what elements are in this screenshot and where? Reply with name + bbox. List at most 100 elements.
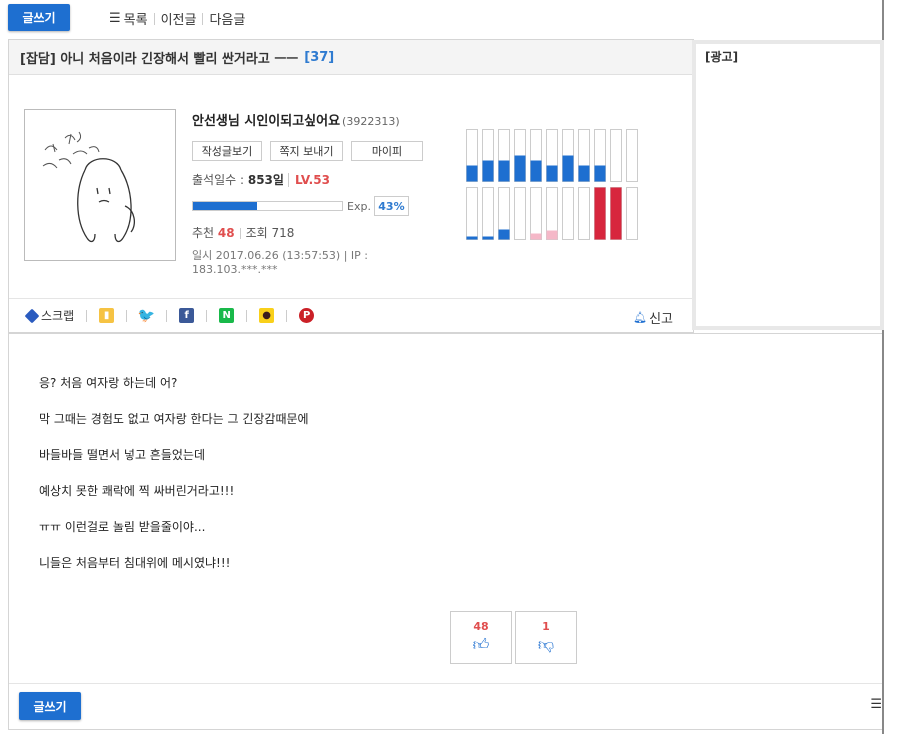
upvote-button[interactable]: 48 👍︎ (450, 611, 512, 664)
pinterest-icon[interactable]: P (299, 308, 315, 323)
twitter-icon[interactable]: 🐦 (138, 308, 155, 324)
view-posts-button[interactable]: 작성글보기 (192, 141, 262, 161)
divider (126, 309, 128, 322)
attend-days: 853일 (247, 173, 284, 187)
nav-list-link[interactable]: 목록 (124, 9, 148, 28)
graph-cell (610, 129, 622, 182)
scrap-button[interactable]: 스크랩 (24, 307, 75, 324)
graph-bar (546, 165, 558, 182)
level-badge: LV.53 (287, 173, 330, 187)
divider (202, 12, 204, 25)
list-icon: ☰ (109, 11, 121, 26)
graph-cell (530, 187, 542, 240)
graph-bar (466, 165, 478, 182)
top-toolbar: 글쓰기 ☰ 목록 이전글 다음글 (0, 0, 882, 36)
thumbs-up-icon: 👍︎ (472, 635, 490, 654)
report-label: 신고 (649, 312, 673, 327)
avatar (24, 109, 176, 261)
send-message-button[interactable]: 쪽지 보내기 (270, 141, 343, 161)
post-nav: ☰ 목록 이전글 다음글 (109, 9, 245, 28)
graph-bar (498, 229, 510, 240)
share-bar: 스크랩 ▮ 🐦 f N ● P 🔔︎ 신고 (9, 298, 693, 332)
divider (286, 309, 288, 322)
downvote-button[interactable]: 1 👎︎ (515, 611, 577, 664)
view-count: 조회 718 (245, 226, 295, 240)
divider (239, 228, 241, 239)
graph-bar (578, 165, 590, 182)
scrap-icon (24, 308, 40, 323)
nav-next-link[interactable]: 다음글 (209, 9, 245, 28)
graph-bar (546, 230, 558, 240)
user-id: (3922313) (342, 115, 400, 128)
ad-label: [광고] (705, 50, 739, 64)
graph-bar (594, 187, 606, 240)
profile-buttons: 작성글보기 쪽지 보내기 마이피 (192, 141, 452, 161)
mypi-button[interactable]: 마이피 (351, 141, 423, 161)
body-line: 응? 처음 여자랑 하는데 어? (39, 376, 178, 390)
graph-cell (482, 187, 494, 240)
recommend-count: 48 (217, 226, 235, 240)
graph-bar (562, 155, 574, 182)
nav-prev-link[interactable]: 이전글 (161, 9, 197, 28)
graph-bar (482, 236, 494, 240)
post-title: [잡담] 아니 처음이라 긴장해서 빨리 싼거라고 ㅡㅡ (20, 51, 299, 67)
graph-bar (466, 236, 478, 240)
post-date-ip: 일시 2017.06.26 (13:57:53) | IP : 183.103.… (192, 249, 368, 276)
kakaotalk-icon[interactable]: ● (259, 308, 275, 323)
graph-bar (498, 160, 510, 182)
body-line: 막 그때는 경험도 없고 여자랑 한다는 그 긴장감때문에 (39, 412, 309, 426)
exp-percent: 43% (373, 196, 409, 216)
divider (166, 309, 168, 322)
report-button[interactable]: 🔔︎ 신고 (633, 308, 673, 327)
divider (153, 12, 155, 25)
graph-bar (482, 160, 494, 182)
graph-bar (530, 160, 542, 182)
scrap-label: 스크랩 (41, 309, 75, 323)
body-line: ㅠㅠ 이런걸로 놀림 받을줄이야... (39, 520, 206, 534)
graph-cell (626, 187, 638, 240)
kakaostory-icon[interactable]: ▮ (99, 308, 115, 323)
comment-count[interactable]: [37] (304, 50, 334, 65)
body-line: 바들바들 떨면서 넣고 흔들었는데 (39, 448, 206, 462)
divider (86, 309, 88, 322)
recommend-label: 추천 (192, 226, 215, 240)
downvote-count: 1 (542, 620, 550, 633)
upvote-count: 48 (473, 620, 489, 633)
nickname[interactable]: 안선생님 시인이되고싶어요 (192, 114, 340, 129)
write-button-top[interactable]: 글쓰기 (8, 4, 70, 31)
divider (246, 309, 248, 322)
exp-row: Exp. 43% (192, 196, 452, 216)
divider (206, 309, 208, 322)
post-header: [잡담] 아니 처음이라 긴장해서 빨리 싼거라고 ㅡㅡ [37] 안선생님 시… (8, 39, 694, 333)
body-line: 니들은 처음부터 침대위에 메시였냐!!! (39, 556, 231, 570)
graph-bar (530, 233, 542, 240)
post-body: 응? 처음 여자랑 하는데 어? 막 그때는 경험도 없고 여자랑 한다는 그 … (39, 374, 309, 590)
graph-bar (610, 187, 622, 240)
exp-label: Exp. (347, 199, 371, 213)
body-line: 예상치 못한 쾌락에 찍 싸버린거라고!!! (39, 484, 235, 498)
post-stats: 추천 48 조회 718 (192, 224, 452, 241)
activity-graph (466, 129, 646, 241)
divider (9, 683, 882, 684)
page-margin (884, 0, 912, 734)
thumbs-down-icon: 👎︎ (537, 635, 555, 654)
naver-icon[interactable]: N (219, 308, 235, 323)
exp-bar (192, 201, 343, 211)
activity-graph-svg (466, 129, 638, 240)
graph-cell (562, 187, 574, 240)
graph-cell (626, 129, 638, 182)
attendance-row: 출석일수 : 853일 LV.53 (192, 171, 452, 188)
exp-bar-fill (193, 202, 258, 210)
graph-cell (466, 187, 478, 240)
nickname-row: 안선생님 시인이되고싶어요 (3922313) (192, 110, 452, 129)
bell-icon: 🔔︎ (633, 311, 648, 324)
facebook-icon[interactable]: f (179, 308, 195, 323)
list-icon[interactable]: ☰ (870, 697, 882, 712)
graph-bar (514, 155, 526, 182)
write-button-bottom[interactable]: 글쓰기 (19, 692, 81, 720)
profile-panel: 안선생님 시인이되고싶어요 (3922313) 작성글보기 쪽지 보내기 마이피 … (192, 110, 452, 277)
graph-bar (594, 165, 606, 182)
graph-cell (578, 187, 590, 240)
attend-label: 출석일수 : (192, 173, 248, 187)
post-content: 응? 처음 여자랑 하는데 어? 막 그때는 경험도 없고 여자랑 한다는 그 … (8, 333, 882, 730)
